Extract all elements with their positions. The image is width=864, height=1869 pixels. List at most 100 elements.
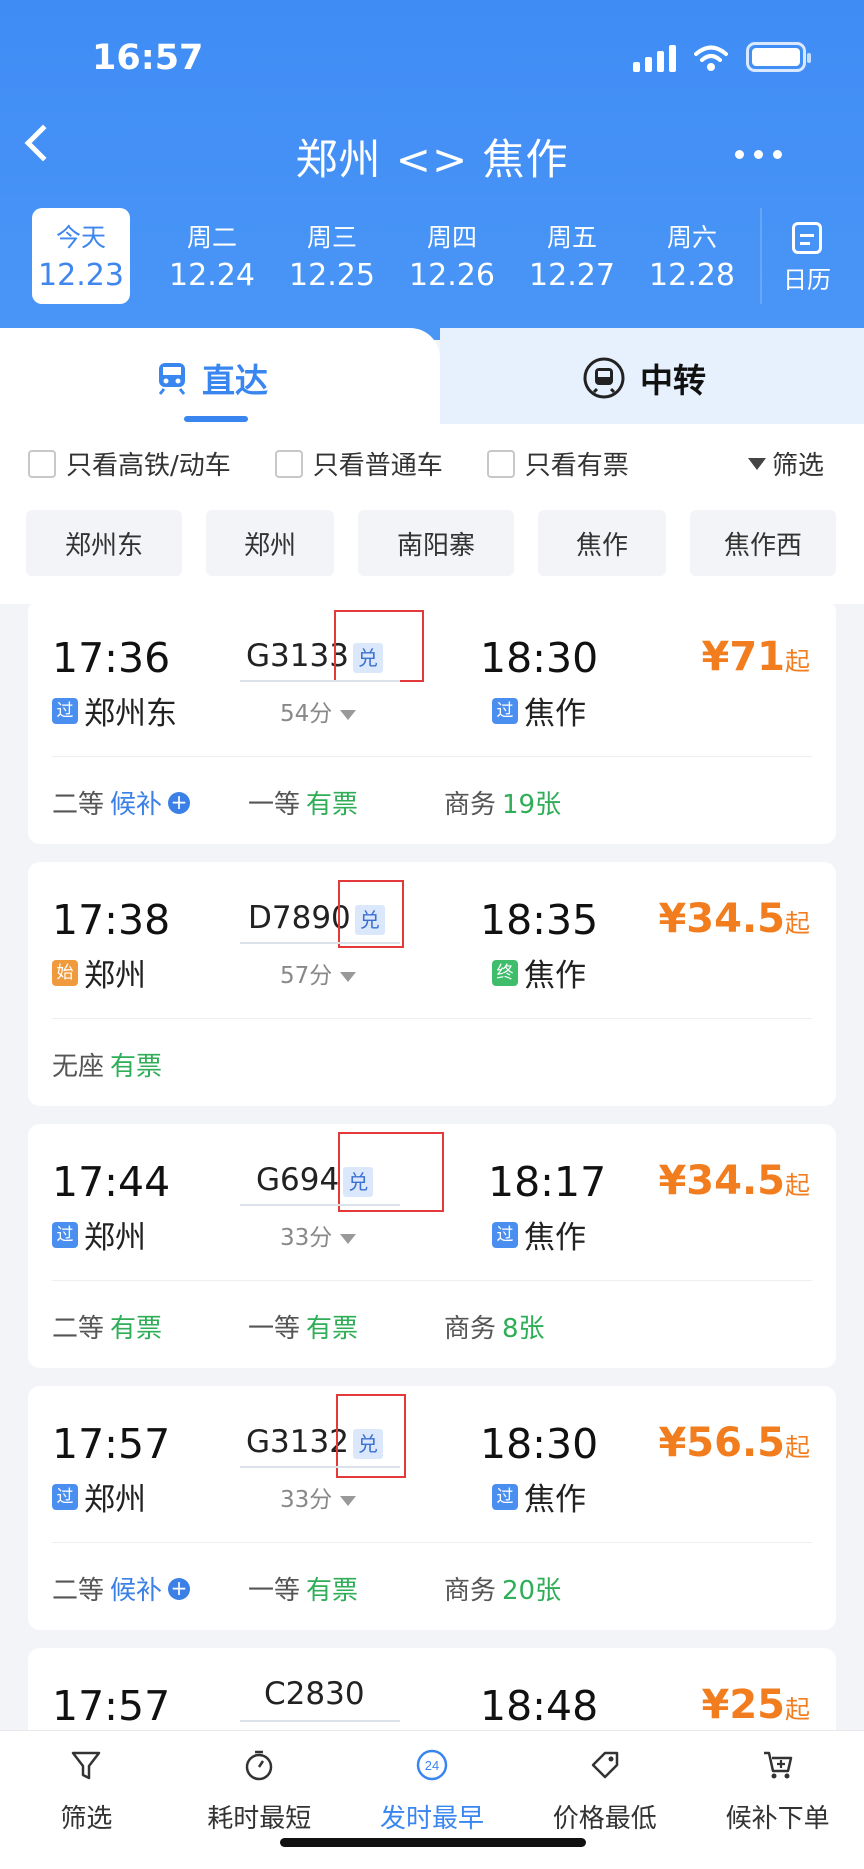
seat-availability: 二等 候补 + 一等 有票 商务 20张 xyxy=(52,1570,561,1607)
seat-availability: 二等 有票 一等 有票 商务 8张 xyxy=(52,1308,545,1345)
calendar-icon xyxy=(792,222,822,254)
price-tag-icon xyxy=(591,1751,619,1779)
duration[interactable]: 33分 xyxy=(280,1218,356,1252)
pass-tag: 过 xyxy=(492,1221,518,1248)
bottom-toolbar: 筛选 耗时最短 24 发时最早 价格最低 候补下单 xyxy=(0,1730,864,1869)
pass-tag: 过 xyxy=(52,697,78,724)
toolbar-earliest[interactable]: 24 发时最早 xyxy=(346,1731,519,1869)
timer-icon xyxy=(245,1750,273,1781)
pass-tag: 过 xyxy=(52,1221,78,1248)
route-tabs: 中转 直达 xyxy=(0,328,864,424)
seat-class: 商务 19张 xyxy=(444,790,562,820)
train-number: C2830 xyxy=(264,1676,365,1712)
filter-normal-checkbox[interactable]: 只看普通车 xyxy=(274,445,443,482)
date-item[interactable]: 周六 12.28 xyxy=(632,208,752,304)
seat-class: 无座 有票 xyxy=(52,1052,163,1082)
date-item[interactable]: 周四 12.26 xyxy=(392,208,512,304)
filter-high-speed-checkbox[interactable]: 只看高铁/动车 xyxy=(28,445,231,482)
filter-link[interactable]: 筛选 xyxy=(747,445,824,482)
seat-availability: 二等 候补 + 一等 有票 商务 19张 xyxy=(52,784,561,821)
date-item[interactable]: 周三 12.25 xyxy=(272,208,392,304)
from-station: 过郑州 xyxy=(52,1212,146,1257)
station-chip[interactable]: 南阳寨 xyxy=(358,510,514,576)
transfer-icon xyxy=(583,357,625,399)
toolbar-shortest[interactable]: 耗时最短 xyxy=(173,1731,346,1869)
station-chip[interactable]: 焦作西 xyxy=(690,510,836,576)
to-station: 过焦作 xyxy=(492,1212,586,1257)
quick-filters: 只看高铁/动车 只看普通车 只看有票 xyxy=(28,445,673,482)
duration[interactable]: 33分 xyxy=(280,1480,356,1514)
clock-24-icon: 24 xyxy=(416,1749,448,1781)
duration[interactable]: 54分 xyxy=(280,694,356,728)
start-tag: 始 xyxy=(52,959,78,986)
plus-icon[interactable]: + xyxy=(168,791,191,814)
divider xyxy=(52,756,812,757)
filter-available-checkbox[interactable]: 只看有票 xyxy=(486,445,629,482)
pass-tag: 过 xyxy=(492,1483,518,1510)
plus-icon[interactable]: + xyxy=(168,1577,191,1600)
departure-time: 17:57 xyxy=(52,1682,171,1730)
seat-class: 二等 有票 xyxy=(52,1314,163,1344)
home-indicator xyxy=(280,1838,586,1847)
date-item[interactable]: 周二 12.24 xyxy=(152,208,272,304)
pass-tag: 过 xyxy=(492,697,518,724)
svg-text:24: 24 xyxy=(425,1758,439,1773)
divider xyxy=(52,1542,812,1543)
date-item[interactable]: 周五 12.27 xyxy=(512,208,632,304)
train-card[interactable]: 17:44 G694 兑 33分 18:17 过郑州 过焦作 ¥34.5起 二等有… xyxy=(28,1124,836,1368)
calendar-button[interactable]: 日历 xyxy=(760,208,852,304)
toolbar-waitlist[interactable]: 候补下单 xyxy=(691,1731,864,1869)
toolbar-filter[interactable]: 筛选 xyxy=(0,1731,173,1869)
toolbar-lowest-price[interactable]: 价格最低 xyxy=(518,1731,691,1869)
to-station: 过焦作 xyxy=(492,1474,586,1519)
train-card[interactable]: 17:57 G3132 兑 33分 18:30 过郑州 过焦作 ¥56.5起 二等… xyxy=(28,1386,836,1630)
signal-icon xyxy=(633,44,676,72)
date-today[interactable]: 今天 12.23 xyxy=(32,208,130,304)
station-chip[interactable]: 郑州 xyxy=(206,510,334,576)
duration[interactable]: 57分 xyxy=(280,956,356,990)
arrival-time: 18:17 xyxy=(488,1158,607,1206)
tab-transfer[interactable]: 中转 xyxy=(440,328,864,424)
divider xyxy=(52,1280,812,1281)
seat-class: 商务 8张 xyxy=(444,1314,545,1344)
price: ¥25起 xyxy=(701,1682,810,1728)
from-station: 始郑州 xyxy=(52,950,146,995)
arrival-time: 18:35 xyxy=(480,896,599,944)
station-chip[interactable]: 郑州东 xyxy=(26,510,182,576)
cart-icon xyxy=(763,1751,792,1779)
tab-indicator xyxy=(184,416,248,422)
pass-tag: 过 xyxy=(52,1483,78,1510)
header: 16:57 郑州 <> 焦作 今天 12.23 周二 12.24 周三 12.25 周… xyxy=(0,0,864,340)
status-time: 16:57 xyxy=(92,38,204,78)
price: ¥34.5起 xyxy=(658,896,810,942)
highlight-box xyxy=(338,1132,444,1212)
seat-class: 一等 有票 xyxy=(248,1314,359,1344)
price: ¥34.5起 xyxy=(658,1158,810,1204)
tab-transfer-label: 中转 xyxy=(640,361,706,400)
to-station: 过焦作 xyxy=(492,688,586,733)
highlight-box xyxy=(334,610,424,682)
route-line xyxy=(240,1720,400,1722)
station-chip[interactable]: 焦作 xyxy=(538,510,666,576)
price: ¥56.5起 xyxy=(658,1420,810,1466)
arrival-time: 18:48 xyxy=(480,1682,599,1730)
seat-availability: 无座 有票 xyxy=(52,1046,162,1083)
tab-direct-label: 直达 xyxy=(202,361,268,400)
more-icon[interactable] xyxy=(735,150,782,159)
departure-time: 17:44 xyxy=(52,1158,171,1206)
from-station: 过郑州 xyxy=(52,1474,146,1519)
price: ¥71起 xyxy=(701,634,810,680)
battery-icon xyxy=(746,42,811,72)
arrival-time: 18:30 xyxy=(480,1420,599,1468)
route-line xyxy=(240,942,400,944)
departure-time: 17:36 xyxy=(52,634,171,682)
seat-class: 商务 20张 xyxy=(444,1576,562,1606)
seat-class: 一等 有票 xyxy=(248,790,359,820)
highlight-box xyxy=(338,880,404,948)
divider xyxy=(52,1018,812,1019)
train-card[interactable]: 17:36 G3133 兑 54分 18:30 过郑州东 过焦作 ¥71起 二等候… xyxy=(28,600,836,844)
tab-direct[interactable]: 直达 xyxy=(0,328,440,424)
from-station: 过郑州东 xyxy=(52,688,177,733)
train-card[interactable]: 17:38 D7890 兑 57分 18:35 始郑州 终焦作 ¥34.5起 无座… xyxy=(28,862,836,1106)
wifi-icon xyxy=(694,45,728,71)
